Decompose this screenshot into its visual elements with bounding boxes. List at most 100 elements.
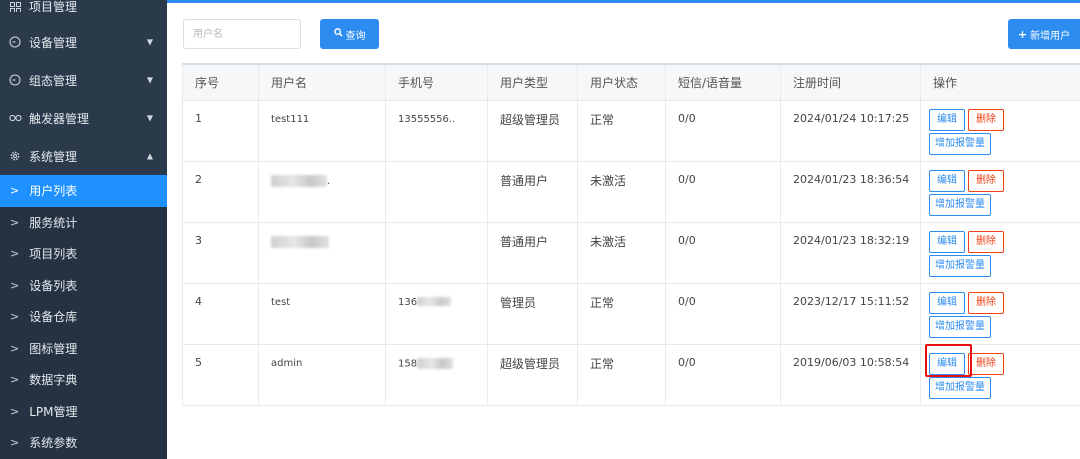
row-number: 3 xyxy=(182,221,259,284)
phone-text: 136 xyxy=(398,296,418,308)
menu-item-system[interactable]: 系统管理 ▲ xyxy=(0,137,167,175)
phone-cell xyxy=(385,160,488,223)
submenu-label: 设备仓库 xyxy=(29,310,78,325)
redacted-blur xyxy=(271,235,329,248)
caret-down-icon: ▼ xyxy=(146,37,153,47)
caret-down-icon: ▼ xyxy=(146,75,153,85)
column-header: 操作 xyxy=(920,65,1080,101)
add-alarm-button[interactable]: 增加报警量 xyxy=(929,315,991,338)
sidebar-item-project-list[interactable]: > 项目列表 xyxy=(0,238,167,270)
user-status-cell: 正常 xyxy=(577,343,666,406)
target-icon xyxy=(8,73,22,87)
delete-button[interactable]: 删除 xyxy=(968,291,1004,314)
chevron-right-icon: > xyxy=(10,278,20,292)
user-type-cell: 管理员 xyxy=(487,282,578,345)
add-alarm-button[interactable]: 增加报警量 xyxy=(929,254,991,277)
delete-button[interactable]: 删除 xyxy=(968,108,1004,131)
caret-up-icon: ▲ xyxy=(146,151,153,161)
quota-cell: 0/0 xyxy=(665,343,781,406)
register-time-cell: 2024/01/23 18:32:19 xyxy=(780,221,921,284)
table-row: 4 test 136 管理员 正常 0/0 2023/12/17 15:11:5… xyxy=(182,282,1080,345)
actions-cell: 编辑 删除 增加报警量 xyxy=(920,343,1080,406)
menu-item-device[interactable]: 设备管理 ▼ xyxy=(0,23,167,61)
edit-button[interactable]: 编辑 xyxy=(929,291,965,314)
username-cell xyxy=(258,221,386,284)
delete-button[interactable]: 删除 xyxy=(968,169,1004,192)
caret-down-icon: ▼ xyxy=(146,113,153,123)
menu-label: 触发器管理 xyxy=(29,111,90,126)
actions-cell: 编辑 删除 增加报警量 xyxy=(920,99,1080,162)
menu-label: 系统管理 xyxy=(29,149,78,164)
actions-cell: 编辑 删除 增加报警量 xyxy=(920,160,1080,223)
menu-label: 组态管理 xyxy=(29,73,78,88)
register-time-cell: 2024/01/23 18:36:54 xyxy=(780,160,921,223)
column-header: 序号 xyxy=(182,65,259,101)
sidebar-item-service-stats[interactable]: > 服务统计 xyxy=(0,206,167,238)
chevron-right-icon: > xyxy=(10,184,20,198)
redacted-blur xyxy=(417,297,452,306)
redacted-blur xyxy=(417,357,454,369)
submenu-label: 设备列表 xyxy=(29,278,78,293)
sidebar-item-system-params[interactable]: > 系统参数 xyxy=(0,427,167,459)
quota-cell: 0/0 xyxy=(665,160,781,223)
register-time-cell: 2019/06/03 10:58:54 xyxy=(780,343,921,406)
chevron-right-icon: > xyxy=(10,436,20,450)
add-alarm-button[interactable]: 增加报警量 xyxy=(929,193,991,216)
chevron-right-icon: > xyxy=(10,215,20,229)
table-row: 3 普通用户 未激活 0/0 2024/01/23 18:32:19 编辑 删除 … xyxy=(182,221,1080,284)
edit-button[interactable]: 编辑 xyxy=(929,169,965,192)
user-status-cell: 正常 xyxy=(577,282,666,345)
edit-button[interactable]: 编辑 xyxy=(929,108,965,131)
table-row: 5 admin 158 超级管理员 正常 0/0 2019/06/03 10:5… xyxy=(182,343,1080,406)
column-header: 短信/语音量 xyxy=(665,65,781,101)
menu-item-config[interactable]: 组态管理 ▼ xyxy=(0,61,167,99)
redacted-blur xyxy=(271,174,327,187)
submenu-label: LPM管理 xyxy=(29,404,78,419)
sidebar-item-device-list[interactable]: > 设备列表 xyxy=(0,269,167,301)
plus-icon: + xyxy=(1017,27,1028,41)
username-cell: test xyxy=(258,282,386,345)
submenu-label: 数据字典 xyxy=(29,373,78,388)
submenu-label: 图标管理 xyxy=(29,341,78,356)
top-accent-bar xyxy=(167,0,1080,3)
sidebar-item-user-list[interactable]: > 用户列表 xyxy=(0,175,167,207)
menu-label: 项目管理 xyxy=(29,0,78,12)
add-alarm-button[interactable]: 增加报警量 xyxy=(929,132,991,155)
username-cell: . xyxy=(258,160,386,223)
username-search-input[interactable] xyxy=(183,19,301,49)
column-header: 用户状态 xyxy=(577,65,666,101)
menu-item-trigger[interactable]: 触发器管理 ▼ xyxy=(0,99,167,137)
row-number: 1 xyxy=(182,99,259,162)
table-row: 2 . 普通用户 未激活 0/0 2024/01/23 18:36:54 编辑删… xyxy=(182,160,1080,223)
link-icon xyxy=(8,111,22,125)
sidebar-item-lpm-management[interactable]: > LPM管理 xyxy=(0,395,167,427)
query-button-label: 查询 xyxy=(345,30,366,42)
add-alarm-button[interactable]: 增加报警量 xyxy=(929,376,991,399)
submenu-label: 服务统计 xyxy=(29,215,78,230)
menu-item-project[interactable]: 项目管理 xyxy=(0,0,167,12)
edit-button[interactable]: 编辑 xyxy=(929,352,965,375)
delete-button[interactable]: 删除 xyxy=(968,352,1004,375)
register-time-cell: 2024/01/24 10:17:25 xyxy=(780,99,921,162)
sidebar-item-icon-management[interactable]: > 图标管理 xyxy=(0,332,167,364)
sidebar-item-data-dictionary[interactable]: > 数据字典 xyxy=(0,364,167,396)
submenu-label: 项目列表 xyxy=(29,247,78,262)
row-number: 5 xyxy=(182,343,259,406)
user-type-cell: 普通用户 xyxy=(487,160,578,223)
sidebar-item-device-warehouse[interactable]: > 设备仓库 xyxy=(0,301,167,333)
register-time-cell: 2023/12/17 15:11:52 xyxy=(780,282,921,345)
submenu-label: 用户列表 xyxy=(29,184,78,199)
delete-button[interactable]: 删除 xyxy=(968,230,1004,253)
query-button[interactable]: 查询 xyxy=(320,19,379,49)
sidebar: 项目管理 设备管理 ▼ 组态管理 ▼ 触发器管理 ▼ 系统管理 ▲ > 用户列表… xyxy=(0,0,167,459)
menu-label: 设备管理 xyxy=(29,35,78,50)
user-status-cell: 未激活 xyxy=(577,160,666,223)
username-cell: admin xyxy=(258,343,386,406)
username-text: . xyxy=(327,175,331,187)
edit-button[interactable]: 编辑 xyxy=(929,230,965,253)
add-user-button[interactable]: + 新增用户 xyxy=(1008,19,1080,49)
row-number: 4 xyxy=(182,282,259,345)
target-icon xyxy=(8,35,22,49)
column-header: 手机号 xyxy=(385,65,488,101)
quota-cell: 0/0 xyxy=(665,282,781,345)
